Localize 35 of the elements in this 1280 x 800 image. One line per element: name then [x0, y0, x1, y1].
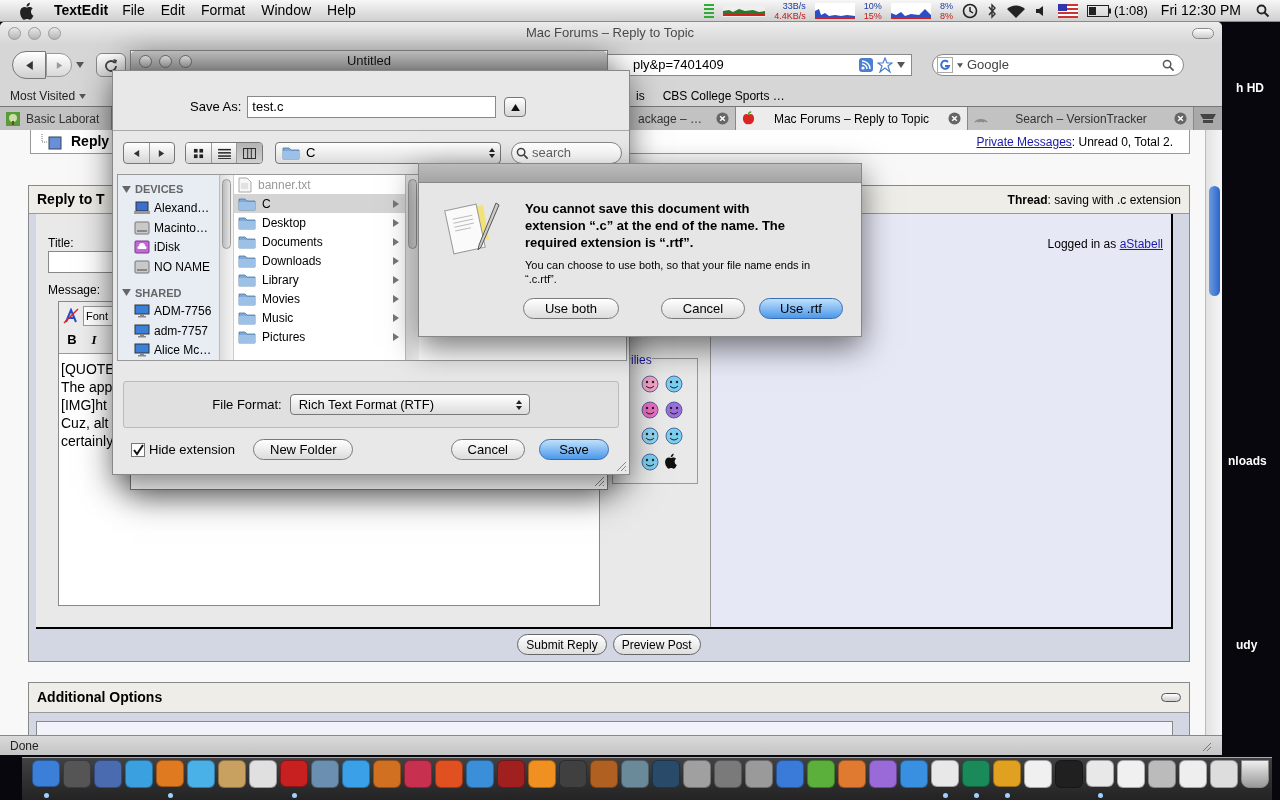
panel-title: Additional Options [37, 688, 163, 707]
message-text-line: Cuz, alt [61, 414, 109, 432]
memory-usage: 8% [939, 0, 953, 11]
message-text-line: [IMG]ht [61, 396, 107, 414]
tab-label: Basic Laborat [26, 110, 101, 128]
field-label: File Format: [212, 395, 282, 414]
cpu-usage: 15% [863, 10, 882, 21]
message-text-line: [QUOTE [61, 360, 115, 378]
login-status: Logged in as aStabell [1047, 236, 1163, 253]
field-label: Message: [48, 282, 101, 299]
window-title: Mac Forums – Reply to Topic [524, 24, 696, 43]
network-speed: 33B/s [782, 0, 806, 11]
status-text: Done [10, 737, 39, 755]
alert-info: You can choose to use both, so that your file name ends in “.c.rtf”. [525, 258, 812, 286]
alert-message: You cannot save this document with extension “.c” at the end of the name. The required extension is “.rtf”. [525, 200, 787, 251]
memory-usage: 8% [939, 10, 953, 21]
tab-label: Mac Forums – Reply to Topic [772, 110, 931, 128]
sidebar-section-title: DEVICES [135, 182, 184, 198]
message-text-line: The app [61, 378, 113, 396]
message-text-line: certainly [61, 432, 114, 450]
window-title: Untitled [345, 52, 393, 71]
page-heading: Reply [71, 132, 110, 151]
tab-label: ackage – … [638, 110, 704, 128]
address-text: ply&p=7401409 [633, 56, 724, 75]
field-label: Save As: [190, 98, 242, 117]
cpu-usage: 10% [863, 0, 882, 11]
tab-label: Search – VersionTracker [1014, 110, 1148, 128]
network-speed: 4.4KB/s [774, 10, 806, 21]
battery-time: (1:08) [1113, 1, 1148, 20]
thread-title: Thread: saving with .c extension [1007, 191, 1181, 209]
field-label: Title: [48, 235, 74, 252]
panel-title: Reply to T [37, 190, 105, 209]
search-placeholder: Google [967, 56, 1010, 75]
sidebar-section-title: SHARED [135, 285, 182, 301]
private-messages-status: Private Messages: Unread 0, Total 2. [976, 133, 1173, 151]
